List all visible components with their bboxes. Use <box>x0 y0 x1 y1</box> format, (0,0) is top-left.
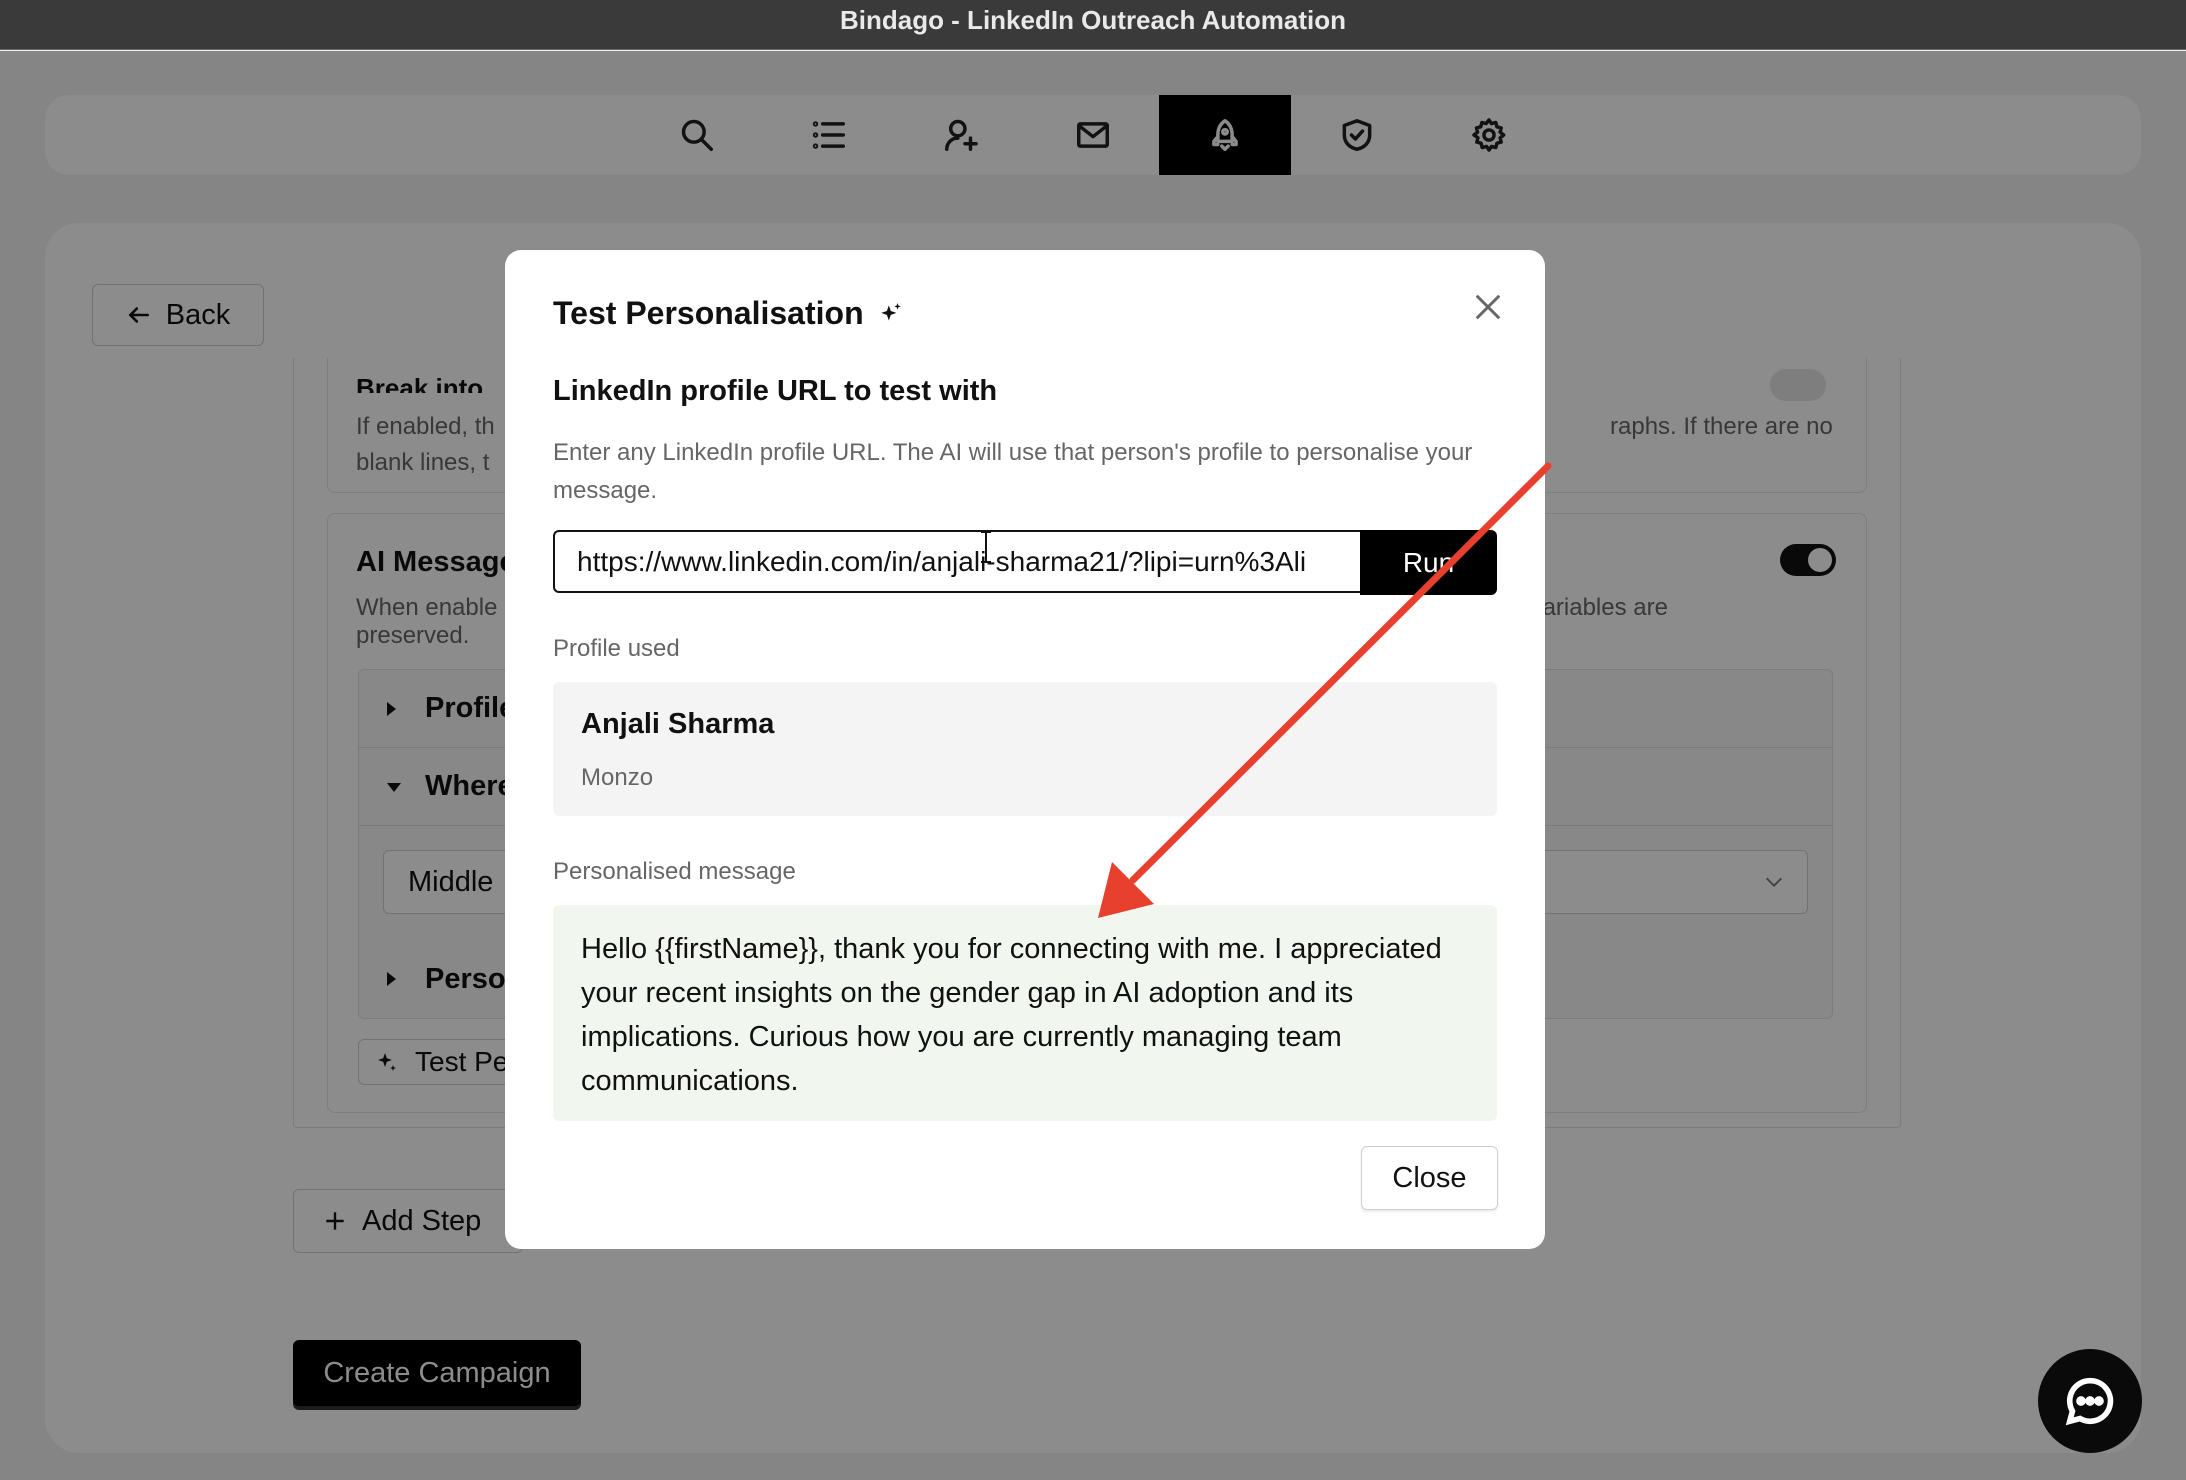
test-personalisation-modal: Test Personalisation LinkedIn profile UR… <box>505 250 1545 1249</box>
close-button[interactable]: Close <box>1361 1146 1498 1210</box>
chat-launcher-button[interactable] <box>2038 1349 2142 1453</box>
modal-title: Test Personalisation <box>553 295 904 332</box>
sparkle-icon <box>880 302 901 320</box>
url-field-label: LinkedIn profile URL to test with <box>553 375 998 407</box>
url-help-text: Enter any LinkedIn profile URL. The AI w… <box>553 439 1473 504</box>
personalised-message-box: Hello {{firstName}}, thank you for conne… <box>553 905 1497 1121</box>
run-button[interactable]: Run <box>1360 530 1497 595</box>
profile-company: Monzo <box>581 764 654 791</box>
text-cursor-icon <box>981 531 991 563</box>
chat-bubble-icon <box>2065 1377 2114 1426</box>
linkedin-url-input[interactable]: https://www.linkedin.com/in/anjali-sharm… <box>553 530 1365 593</box>
modal-close-button[interactable] <box>1473 292 1503 322</box>
personalised-message-label: Personalised message <box>553 858 796 885</box>
profile-used-label: Profile used <box>553 635 680 662</box>
modal-title-text: Test Personalisation <box>553 295 864 331</box>
profile-name: Anjali Sharma <box>581 708 775 740</box>
close-icon <box>1475 294 1501 320</box>
window-title: Bindago - LinkedIn Outreach Automation <box>0 0 2186 50</box>
profile-used-card: Anjali Sharma Monzo <box>553 682 1497 816</box>
